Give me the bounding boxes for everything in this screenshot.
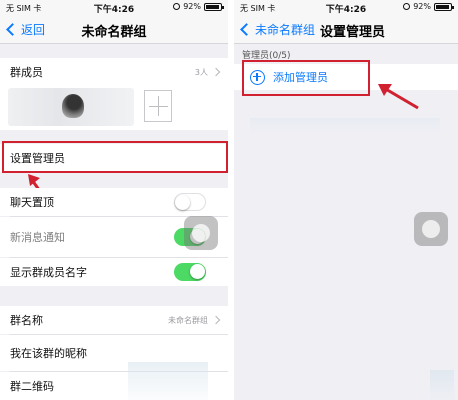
status-bar: 无 SIM 卡 下午4:26 92%	[234, 0, 458, 16]
admin-section-header: 管理员(0/5)	[242, 51, 291, 61]
group-members-label: 群成员	[10, 66, 43, 79]
battery-percent: 92%	[183, 2, 201, 11]
group-name-value: 未命名群组	[168, 315, 208, 325]
blurred-region	[430, 370, 454, 400]
status-bar: 无 SIM 卡 下午4:26 92%	[0, 0, 228, 16]
chevron-left-icon	[240, 23, 253, 36]
blurred-region	[128, 362, 208, 400]
rotation-lock-icon	[403, 3, 411, 10]
chevron-right-icon	[211, 67, 221, 77]
show-names-row: 显示群成员名字	[0, 258, 228, 286]
group-members-row[interactable]: 群成员 3人	[0, 58, 228, 86]
assistive-touch-button[interactable]	[184, 216, 218, 250]
navigation-bar: 返回 未命名群组	[0, 16, 228, 44]
qr-code-label: 群二维码	[10, 380, 54, 393]
battery-percent: 92%	[413, 2, 431, 11]
status-right: 92%	[403, 2, 454, 11]
show-names-toggle[interactable]	[174, 263, 206, 281]
set-admin-screen: 无 SIM 卡 下午4:26 92% 未命名群组 设置管理员 管理员(0/5) …	[234, 0, 458, 400]
add-admin-button[interactable]: 添加管理员	[234, 64, 458, 90]
set-admin-row[interactable]: 设置管理员	[0, 144, 228, 172]
assistive-touch-button[interactable]	[414, 212, 448, 246]
screenshot-composite: 无 SIM 卡 下午4:26 92% 返回 未命名群组 群成员 3人 设置管理员…	[0, 0, 458, 400]
chevron-right-icon	[211, 315, 221, 325]
member-count: 3人	[194, 67, 208, 77]
status-right: 92%	[173, 2, 224, 11]
my-nickname-label: 我在该群的昵称	[10, 347, 87, 360]
add-circle-icon	[250, 69, 265, 85]
page-title: 未命名群组	[81, 25, 147, 40]
battery-icon	[204, 2, 224, 11]
group-name-row[interactable]: 群名称 未命名群组	[0, 306, 228, 334]
add-admin-label: 添加管理员	[273, 71, 328, 84]
battery-icon	[434, 2, 454, 11]
set-admin-label: 设置管理员	[10, 152, 65, 165]
mute-label: 新消息通知	[10, 231, 65, 244]
pin-chat-row: 聊天置顶	[0, 188, 228, 216]
show-names-label: 显示群成员名字	[10, 266, 87, 279]
back-button[interactable]: 未命名群组	[238, 21, 315, 38]
back-label: 未命名群组	[255, 23, 316, 37]
pin-chat-label: 聊天置顶	[10, 196, 54, 209]
blurred-region	[250, 118, 440, 132]
group-name-label: 群名称	[10, 314, 43, 327]
navigation-bar: 未命名群组 设置管理员	[234, 16, 458, 44]
pin-chat-toggle[interactable]	[174, 193, 206, 211]
group-settings-screen: 无 SIM 卡 下午4:26 92% 返回 未命名群组 群成员 3人 设置管理员…	[0, 0, 228, 400]
member-avatars	[0, 84, 228, 130]
member-avatar[interactable]	[62, 94, 84, 118]
add-member-button[interactable]	[144, 90, 172, 122]
rotation-lock-icon	[173, 3, 181, 10]
page-title: 设置管理员	[320, 25, 386, 40]
